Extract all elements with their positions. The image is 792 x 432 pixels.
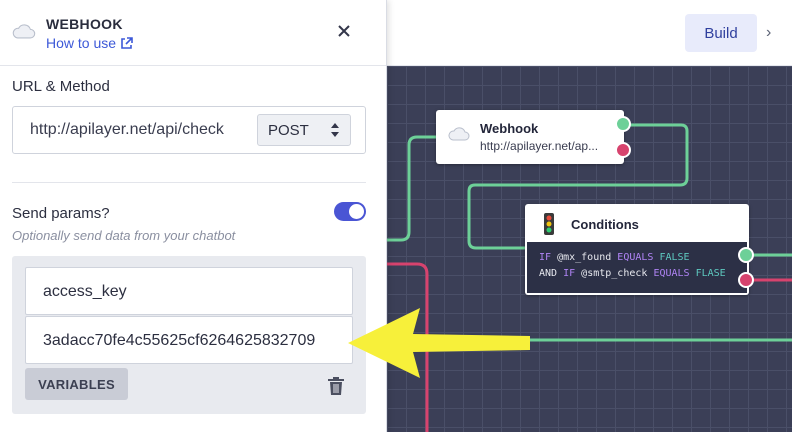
send-params-hint: Optionally send data from your chatbot — [12, 228, 236, 243]
url-input[interactable]: http://apilayer.net/api/check — [30, 121, 258, 139]
top-toolbar: Build › — [387, 0, 792, 66]
param-key-input[interactable]: access_key — [25, 267, 353, 315]
params-section: access_key 3adacc70fe4c55625cf6264625832… — [12, 256, 366, 414]
conditions-node[interactable]: Conditions IF @mx_found EQUALS FALSE AND… — [525, 204, 754, 295]
code-var: @mx_found — [557, 252, 612, 263]
code-if: IF — [563, 268, 576, 279]
webhook-success-port[interactable] — [615, 116, 631, 132]
external-link-icon — [121, 36, 133, 49]
section-divider — [12, 182, 366, 183]
toggle-knob — [349, 204, 364, 219]
close-icon[interactable] — [333, 20, 355, 42]
conditions-false-port[interactable] — [738, 272, 754, 288]
cloud-icon — [448, 127, 470, 141]
conditions-code: IF @mx_found EQUALS FALSE AND IF @smtp_c… — [527, 242, 747, 293]
code-val: FALSE — [659, 252, 690, 263]
code-op: EQUALS — [617, 252, 654, 263]
webhook-node-title: Webhook — [480, 121, 539, 136]
webhook-error-port[interactable] — [615, 142, 631, 158]
code-op: EQUALS — [653, 268, 690, 279]
code-val: FLASE — [695, 268, 726, 279]
conditions-true-port[interactable] — [738, 247, 754, 263]
panel-title: WEBHOOK — [46, 16, 123, 32]
conditions-node-header: Conditions — [525, 204, 749, 242]
panel-header: WEBHOOK How to use — [0, 0, 386, 66]
webhook-settings-panel: WEBHOOK How to use URL & Method http://a… — [0, 0, 387, 432]
flow-canvas[interactable]: Webhook http://apilayer.net/ap... Condit… — [387, 66, 792, 432]
send-params-toggle[interactable] — [334, 202, 366, 221]
code-and: AND — [539, 268, 558, 279]
wire-red-left — [387, 262, 429, 432]
code-if: IF — [539, 252, 552, 263]
build-button[interactable]: Build — [685, 14, 757, 52]
conditions-node-title: Conditions — [571, 217, 639, 232]
how-to-use-label: How to use — [46, 35, 117, 51]
variables-button[interactable]: VARIABLES — [25, 368, 128, 400]
code-var: @smtp_check — [581, 268, 648, 279]
cloud-icon — [12, 24, 36, 39]
param-value-input[interactable]: 3adacc70fe4c55625cf6264625832709 — [25, 316, 353, 364]
webhook-node[interactable]: Webhook http://apilayer.net/ap... — [436, 110, 631, 164]
method-select[interactable]: POST — [257, 114, 351, 146]
url-method-label: URL & Method — [12, 78, 110, 95]
chevron-right-icon[interactable]: › — [766, 24, 771, 42]
how-to-use-link[interactable]: How to use — [46, 35, 133, 51]
url-method-field: http://apilayer.net/api/check POST — [12, 106, 366, 154]
send-params-label: Send params? — [12, 205, 110, 222]
trash-icon[interactable] — [328, 377, 344, 395]
webhook-node-url: http://apilayer.net/ap... — [480, 139, 599, 153]
sort-arrows-icon — [331, 123, 339, 137]
traffic-light-icon — [544, 213, 554, 235]
method-value: POST — [268, 121, 309, 139]
wire-into-webhook — [387, 135, 436, 242]
